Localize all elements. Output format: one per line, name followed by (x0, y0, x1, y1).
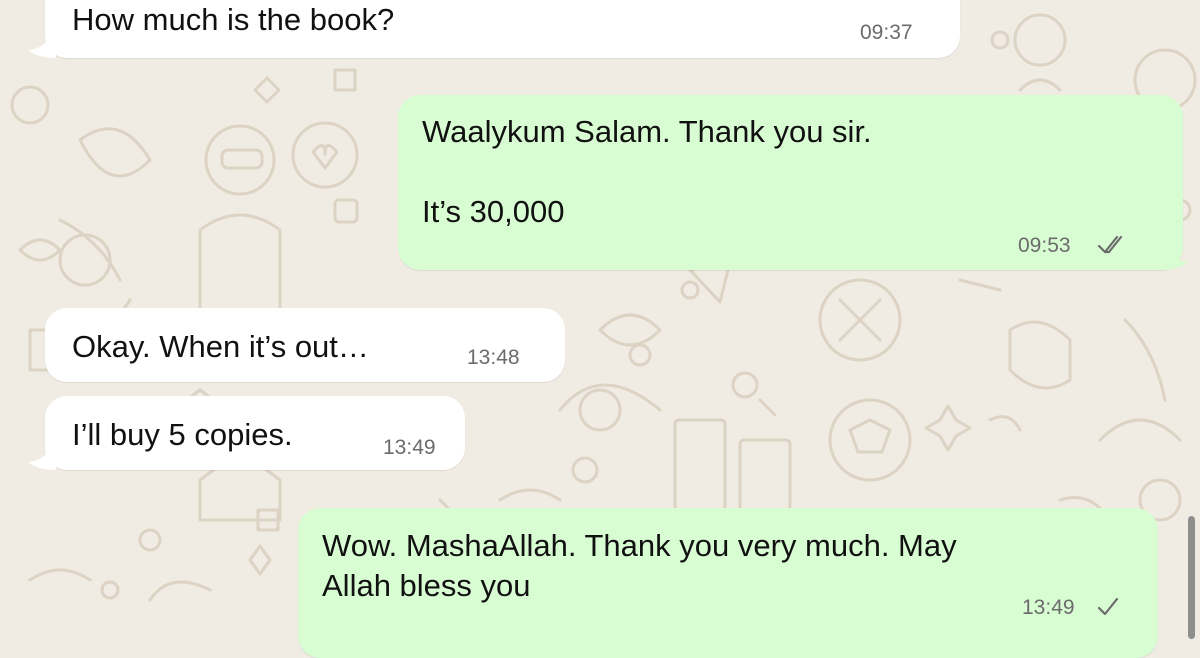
message-text: Okay. When it’s out… (72, 329, 369, 364)
message-timestamp: 09:37 (860, 21, 913, 44)
message-text: Waalykum Salam. Thank you sir. It’s 30,0… (422, 114, 872, 229)
message-timestamp: 13:49 (1022, 596, 1075, 619)
message-timestamp: 13:48 (467, 346, 520, 369)
read-double-check-icon (1097, 235, 1123, 254)
message-timestamp: 09:53 (1018, 234, 1071, 257)
bubble-tail-icon (1160, 247, 1188, 270)
sent-single-check-icon (1097, 597, 1119, 616)
scrollbar[interactable] (1188, 516, 1195, 639)
bubble-tail-icon (28, 36, 56, 58)
message-text: How much is the book? (72, 2, 395, 37)
message-timestamp: 13:49 (383, 436, 436, 459)
bubble-tail-icon (28, 448, 56, 470)
message-text: I’ll buy 5 copies. (72, 417, 293, 452)
message-text: Wow. MashaAllah. Thank you very much. Ma… (322, 528, 957, 603)
